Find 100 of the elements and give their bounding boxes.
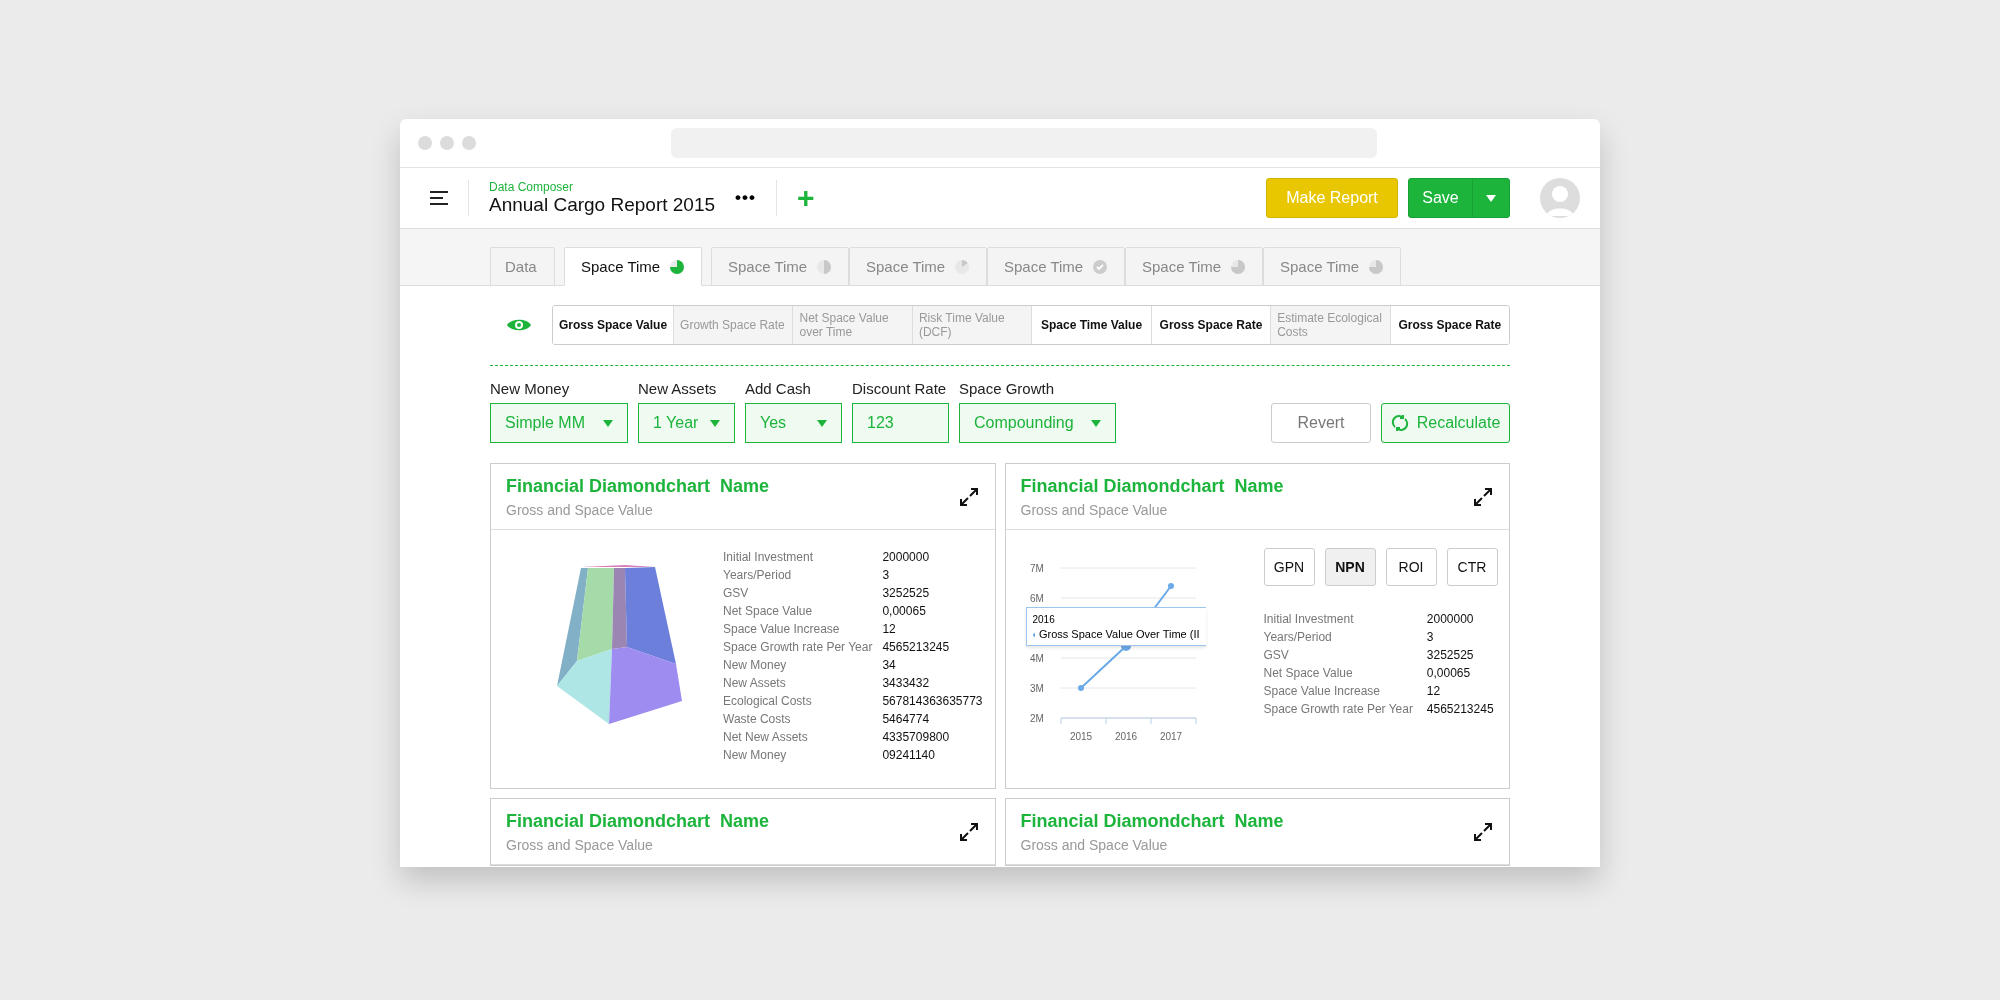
- axis-label: 2017: [1159, 731, 1182, 742]
- card-title: Financial Diamondchart Name: [1020, 475, 1284, 497]
- eye-icon[interactable]: [506, 317, 532, 333]
- window-dot[interactable]: [462, 136, 476, 150]
- window-dot[interactable]: [418, 136, 432, 150]
- revert-button[interactable]: Revert: [1271, 403, 1371, 443]
- stat-label: New Money: [723, 657, 788, 674]
- stat-label: Waste Costs: [723, 711, 792, 728]
- select-field[interactable]: Simple MM: [490, 403, 628, 443]
- stat-value: 567814363635773: [882, 693, 983, 710]
- caret-icon: [603, 419, 613, 427]
- select-field[interactable]: 1 Year: [638, 403, 735, 443]
- metric-button[interactable]: ROI: [1385, 548, 1437, 586]
- expand-icon[interactable]: [1473, 821, 1493, 842]
- window-dot[interactable]: [440, 136, 454, 150]
- field-label: Add Cash: [745, 380, 812, 397]
- tab[interactable]: Space Time: [987, 247, 1125, 286]
- card-subtitle: Gross and Space Value: [1020, 501, 1169, 518]
- axis-label: 4M: [1029, 653, 1044, 664]
- stat-value: 3252525: [1426, 647, 1475, 664]
- field-label: Space Growth: [959, 380, 1056, 397]
- segment-tab[interactable]: Estimate Ecological Costs: [1270, 306, 1390, 344]
- more-button[interactable]: •••: [735, 188, 756, 208]
- caret-icon: [817, 419, 827, 427]
- caret-icon: [710, 419, 720, 427]
- stat-label: Ecological Costs: [723, 693, 813, 710]
- stat-value: 3433432: [882, 675, 931, 692]
- check-circle-icon: [1093, 259, 1108, 274]
- axis-label: 7M: [1029, 563, 1044, 574]
- tooltip-title: 2016: [1032, 613, 1056, 627]
- card-title: Financial Diamondchart Name: [506, 810, 770, 832]
- stat-value: 0,00065: [882, 603, 927, 620]
- card-title: Financial Diamondchart Name: [1020, 810, 1284, 832]
- stat-label: Net Space Value: [723, 603, 814, 620]
- stat-label: Space Value Increase: [1263, 683, 1382, 700]
- metric-button[interactable]: NPN: [1324, 548, 1376, 586]
- stat-value: 12: [1426, 683, 1442, 700]
- stat-label: Space Value Increase: [723, 621, 841, 638]
- pie-icon: [670, 259, 685, 274]
- stat-label: Years/Period: [1263, 629, 1333, 646]
- caret-icon: [1091, 419, 1101, 427]
- stat-label: GSV: [1263, 647, 1290, 664]
- stat-value: 0,00065: [1426, 665, 1472, 682]
- field-label: Discount Rate: [852, 380, 948, 397]
- stat-value: 3: [1426, 629, 1435, 646]
- axis-label: 6M: [1029, 593, 1044, 604]
- stat-value: 09241140: [882, 747, 936, 764]
- refresh-icon: [1390, 414, 1409, 432]
- metric-button[interactable]: CTR: [1446, 548, 1498, 586]
- axis-label: 2M: [1029, 713, 1044, 724]
- pie-icon: [1369, 259, 1384, 274]
- segment-tab[interactable]: Gross Space Rate: [1389, 306, 1509, 344]
- stat-value: 34: [882, 657, 897, 674]
- card-title: Financial Diamondchart Name: [506, 475, 770, 497]
- expand-icon[interactable]: [958, 486, 979, 507]
- stat-value: 2000000: [1426, 611, 1475, 628]
- menu-icon[interactable]: [430, 191, 448, 205]
- segment-tab[interactable]: Net Space Value over Time: [792, 306, 912, 344]
- stat-value: 3252525: [882, 585, 931, 602]
- stat-label: Net Space Value: [1263, 665, 1354, 682]
- recalculate-button[interactable]: Recalculate: [1381, 403, 1510, 443]
- stat-value: 4565213245: [882, 639, 951, 656]
- stat-label: GSV: [723, 585, 750, 602]
- segment-tab[interactable]: Risk Time Value (DCF): [911, 306, 1032, 344]
- select-field[interactable]: Yes: [745, 403, 842, 443]
- tab[interactable]: Space Time: [1125, 247, 1263, 286]
- stat-label: Initial Investment: [1263, 611, 1355, 628]
- document-title: Annual Cargo Report 2015: [489, 194, 716, 216]
- card-subtitle: Gross and Space Value: [506, 836, 654, 853]
- stat-label: New Money: [723, 747, 788, 764]
- metric-button[interactable]: GPN: [1263, 548, 1315, 586]
- input-field[interactable]: 123: [852, 403, 949, 443]
- stat-value: 4565213245: [1426, 701, 1495, 718]
- caret-icon: [1486, 194, 1496, 202]
- pie-icon: [1231, 259, 1246, 274]
- card-subtitle: Gross and Space Value: [506, 501, 654, 518]
- expand-icon[interactable]: [1473, 486, 1493, 507]
- tab[interactable]: Space Time: [849, 247, 987, 286]
- segment-tab[interactable]: Growth Space Rate: [673, 306, 793, 344]
- expand-icon[interactable]: [958, 821, 979, 842]
- stat-label: Initial Investment: [723, 549, 815, 566]
- stat-value: 12: [882, 621, 897, 638]
- tab[interactable]: Space Time: [1263, 247, 1401, 286]
- stat-label: Net New Assets: [723, 729, 809, 746]
- stat-label: New Assets: [723, 675, 787, 692]
- stat-label: Years/Period: [723, 567, 793, 584]
- axis-label: 2015: [1069, 731, 1092, 742]
- tab[interactable]: Data: [490, 247, 555, 286]
- add-button[interactable]: +: [796, 183, 815, 213]
- app-name: Data Composer: [489, 180, 575, 194]
- pie-icon: [817, 259, 832, 274]
- axis-label: 3M: [1029, 683, 1044, 694]
- tooltip-series-name: Gross Space Value Over Time (II: [1038, 627, 1200, 642]
- card-subtitle: Gross and Space Value: [1020, 836, 1169, 853]
- pie-icon: [955, 259, 970, 274]
- select-field[interactable]: Compounding: [959, 403, 1116, 443]
- tab[interactable]: Space Time: [711, 247, 849, 286]
- stat-value: 3: [882, 567, 891, 584]
- field-label: New Money: [490, 380, 571, 397]
- tab[interactable]: Space Time: [564, 247, 702, 286]
